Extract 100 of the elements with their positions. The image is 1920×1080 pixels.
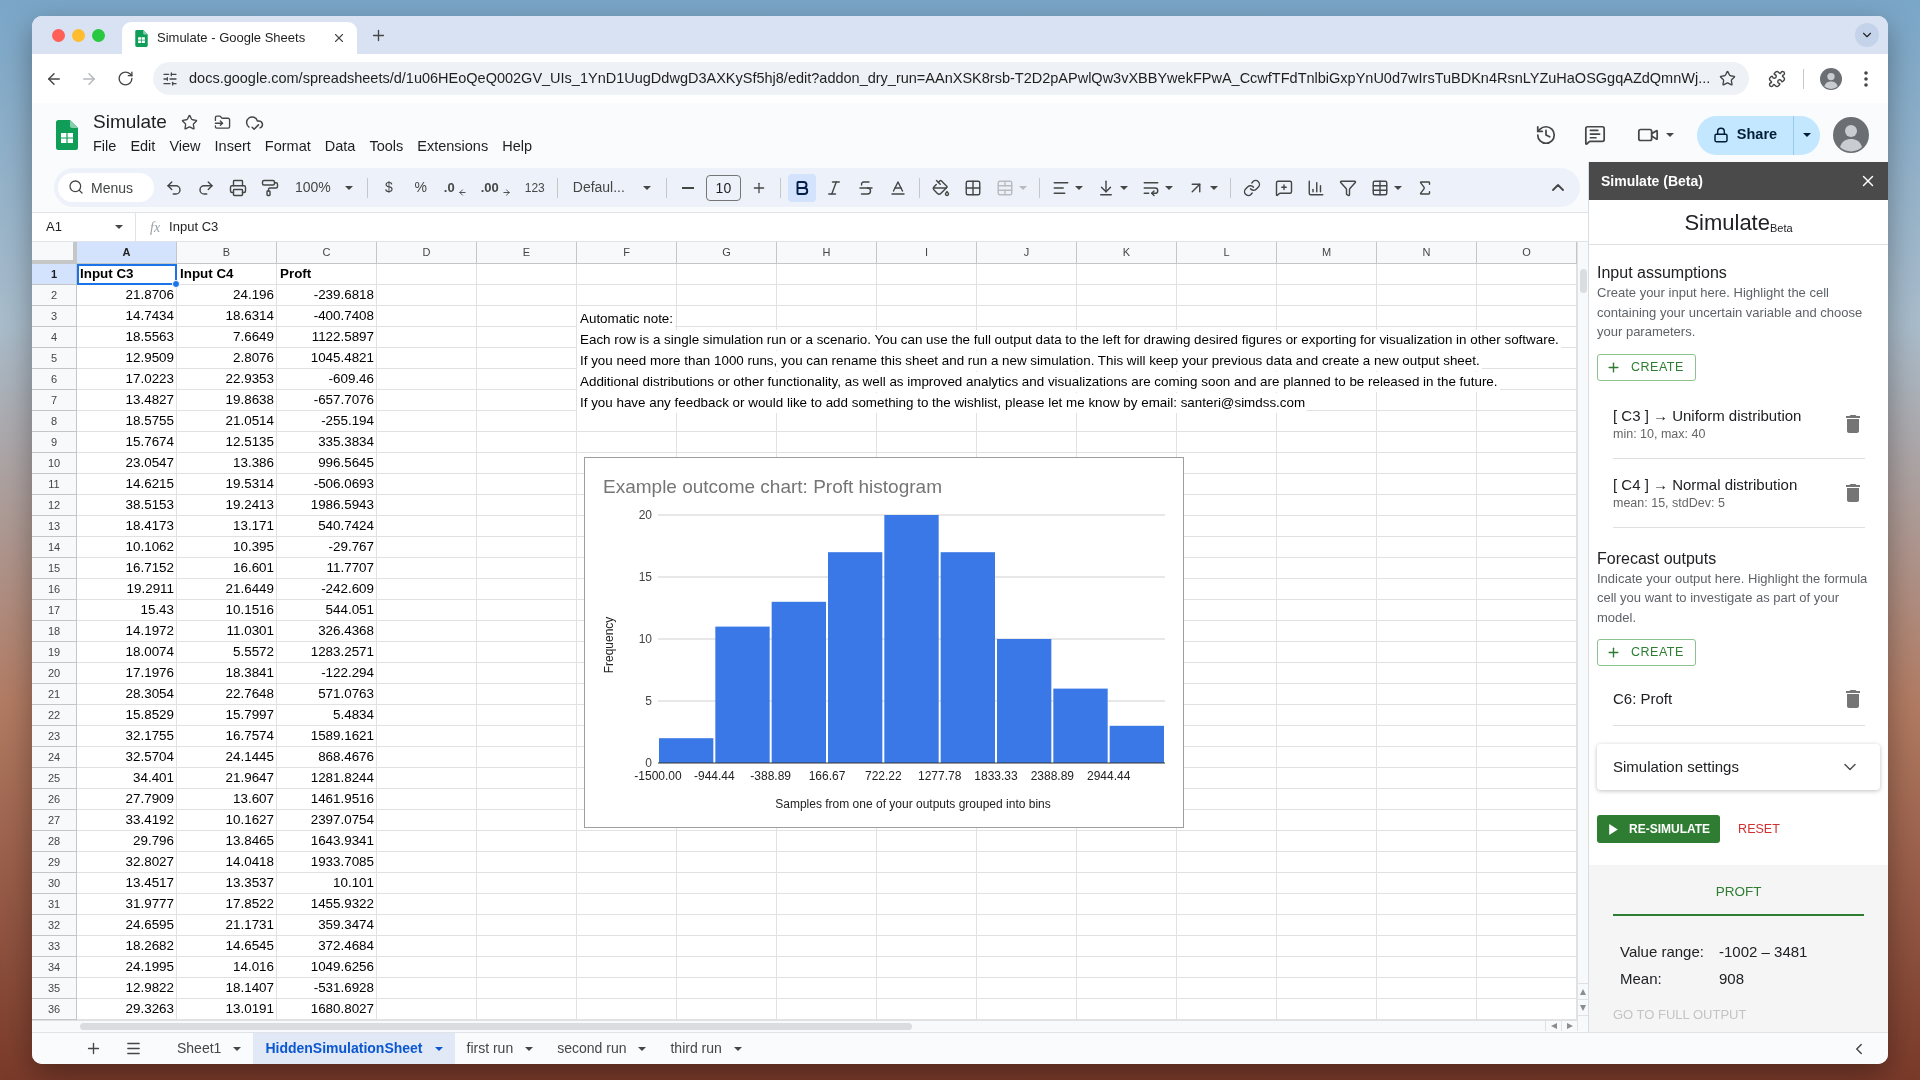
menu-item[interactable]: Insert <box>207 136 258 158</box>
version-history-button[interactable] <box>1534 123 1558 147</box>
row-header[interactable]: 16 <box>32 579 77 600</box>
reset-button[interactable]: RESET <box>1738 815 1780 843</box>
menu-item[interactable]: Edit <box>123 136 163 158</box>
row-header[interactable]: 30 <box>32 873 77 894</box>
row-header[interactable]: 12 <box>32 495 77 516</box>
table-cell[interactable]: 7.6649 <box>177 327 277 347</box>
table-cell[interactable]: 10.395 <box>177 537 277 557</box>
table-cell[interactable]: 12.5135 <box>177 432 277 452</box>
table-cell[interactable]: 1455.9322 <box>277 894 377 914</box>
row-header[interactable]: 33 <box>32 936 77 957</box>
column-header[interactable]: H <box>777 242 877 264</box>
table-cell[interactable]: 14.1972 <box>77 621 177 641</box>
table-cell[interactable]: 15.8529 <box>77 705 177 725</box>
table-cell[interactable]: Input C4 <box>177 264 277 284</box>
table-cell[interactable]: 540.7424 <box>277 516 377 536</box>
table-cell[interactable]: 10.1516 <box>177 600 277 620</box>
menu-item[interactable]: Format <box>257 136 318 158</box>
percent-format-button[interactable]: % <box>406 173 435 202</box>
column-header[interactable]: C <box>277 242 377 264</box>
table-cell[interactable]: 1281.8244 <box>277 768 377 788</box>
currency-format-button[interactable]: $ <box>374 173 403 202</box>
menu-item[interactable]: Tools <box>362 136 411 158</box>
row-header[interactable]: 14 <box>32 537 77 558</box>
fill-handle[interactable] <box>172 280 180 288</box>
browser-tab[interactable]: Simulate - Google Sheets <box>122 22 357 54</box>
avatar[interactable] <box>1833 117 1869 153</box>
table-cell[interactable]: 996.5645 <box>277 453 377 473</box>
table-cell[interactable]: 1122.5897 <box>277 327 377 347</box>
table-cell[interactable]: 18.2682 <box>77 936 177 956</box>
table-cell[interactable]: 372.4684 <box>277 936 377 956</box>
table-cell[interactable]: 18.5755 <box>77 411 177 431</box>
table-cell[interactable]: 13.0191 <box>177 999 277 1019</box>
row-header[interactable]: 34 <box>32 957 77 978</box>
table-cell[interactable]: -657.7076 <box>277 390 377 410</box>
menu-item[interactable]: File <box>86 136 124 158</box>
column-header[interactable]: B <box>177 242 277 264</box>
column-header[interactable]: L <box>1177 242 1277 264</box>
font-dropdown[interactable]: Defaul... <box>564 173 659 202</box>
table-cell[interactable]: 32.1755 <box>77 726 177 746</box>
document-title[interactable]: Simulate <box>93 107 167 137</box>
table-cell[interactable]: 22.7648 <box>177 684 277 704</box>
table-cell[interactable]: 14.7434 <box>77 306 177 326</box>
row-header[interactable]: 26 <box>32 789 77 810</box>
row-header[interactable]: 7 <box>32 390 77 411</box>
row-header[interactable]: 36 <box>32 999 77 1020</box>
name-box[interactable]: A1 <box>32 213 136 241</box>
number-format-button[interactable]: 123 <box>519 173 550 202</box>
table-cell[interactable]: 22.9353 <box>177 369 277 389</box>
table-cell[interactable]: 21.9647 <box>177 768 277 788</box>
table-cell[interactable]: 1643.9341 <box>277 831 377 851</box>
row-header[interactable]: 25 <box>32 768 77 789</box>
table-cell[interactable]: -242.609 <box>277 579 377 599</box>
table-cell[interactable]: -122.294 <box>277 663 377 683</box>
row-header[interactable]: 13 <box>32 516 77 537</box>
table-cell[interactable]: 21.8706 <box>77 285 177 305</box>
table-cell[interactable]: 1049.6256 <box>277 957 377 977</box>
table-cell[interactable]: 10.1062 <box>77 537 177 557</box>
table-cell[interactable]: 29.796 <box>77 831 177 851</box>
table-cell[interactable]: 19.2911 <box>77 579 177 599</box>
table-cell[interactable]: 14.6545 <box>177 936 277 956</box>
row-header[interactable]: 15 <box>32 558 77 579</box>
sheet-tab[interactable]: third run <box>658 1033 754 1064</box>
sheet-tab[interactable]: Sheet1 <box>165 1033 254 1064</box>
address-bar[interactable]: docs.google.com/spreadsheets/d/1u06HEoQeQ002GV_UIs_1YnD1UugDdwgD3AXKySf5hj8/edit?addon_dry_run=AAnXSK8rsb-T2D2pAPwlQw3vXBBYwekFPwA_CcwfTFdTnlbiGxpYnU0d7wIrsTuBDKn4RsnLYZuHaOSGgqAZdQmnWj... <box>153 62 1749 95</box>
table-cell[interactable]: 10.1627 <box>177 810 277 830</box>
table-cell[interactable]: 15.7674 <box>77 432 177 452</box>
row-header[interactable]: 5 <box>32 348 77 369</box>
table-cell[interactable]: 24.6595 <box>77 915 177 935</box>
table-cell[interactable]: -255.194 <box>277 411 377 431</box>
table-cell[interactable]: 1680.8027 <box>277 999 377 1019</box>
scrollbar-thumb[interactable] <box>80 1022 912 1030</box>
zoom-dropdown[interactable]: 100% <box>288 173 360 202</box>
result-tab[interactable]: PROFT <box>1613 865 1864 916</box>
row-header[interactable]: 31 <box>32 894 77 915</box>
table-cell[interactable]: 2397.0754 <box>277 810 377 830</box>
simulation-settings-expander[interactable]: Simulation settings <box>1597 744 1880 790</box>
column-header[interactable]: G <box>677 242 777 264</box>
row-header[interactable]: 2 <box>32 285 77 306</box>
row-header[interactable]: 10 <box>32 453 77 474</box>
re-simulate-button[interactable]: RE-SIMULATE <box>1597 815 1721 843</box>
table-cell[interactable]: 359.3474 <box>277 915 377 935</box>
sheet-tab[interactable]: first run <box>454 1033 546 1064</box>
table-cell[interactable]: 15.43 <box>77 600 177 620</box>
table-cell[interactable]: 19.5314 <box>177 474 277 494</box>
horizontal-scrollbar[interactable] <box>32 1020 1577 1031</box>
table-cell[interactable]: -506.0693 <box>277 474 377 494</box>
table-cell[interactable]: 24.1445 <box>177 747 277 767</box>
column-header[interactable]: A <box>77 242 177 264</box>
row-header[interactable]: 32 <box>32 915 77 936</box>
table-cell[interactable]: -609.46 <box>277 369 377 389</box>
tab-search-button[interactable] <box>1855 23 1879 47</box>
table-cell[interactable]: 13.3537 <box>177 873 277 893</box>
table-cell[interactable]: 1283.2571 <box>277 642 377 662</box>
row-header[interactable]: 3 <box>32 306 77 327</box>
avatar[interactable] <box>1820 67 1842 90</box>
row-header[interactable]: 20 <box>32 663 77 684</box>
table-cell[interactable]: -239.6818 <box>277 285 377 305</box>
table-cell[interactable]: 38.5153 <box>77 495 177 515</box>
